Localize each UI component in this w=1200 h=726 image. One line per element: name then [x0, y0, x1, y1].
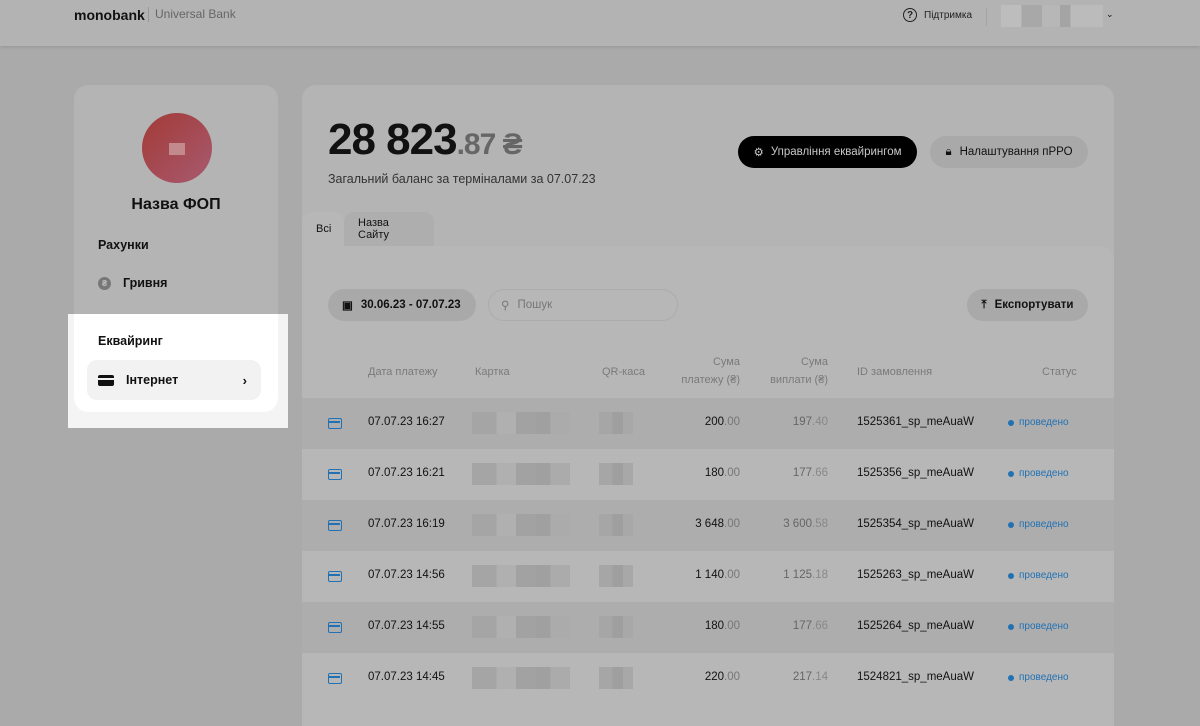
spotlight-acquiring: Еквайринг Інтернет ›	[68, 314, 288, 428]
order-id: 1525263_sp_meAuaW	[857, 569, 974, 581]
user-menu[interactable]	[1001, 5, 1103, 27]
status-dot-icon	[1008, 623, 1014, 630]
status-dot-icon	[1008, 572, 1014, 579]
status-badge: проведено	[1008, 621, 1069, 632]
hryvnia-icon: ₴	[98, 276, 111, 290]
card-number-blurred	[472, 565, 570, 587]
payment-date: 07.07.23 14:56	[368, 569, 445, 581]
gear-icon: ⚙	[753, 147, 764, 159]
support-label: Підтримка	[924, 9, 973, 21]
col-pay: Сума платежу (₴)	[681, 356, 740, 386]
col-status: Статус	[1042, 366, 1077, 378]
export-button[interactable]: ⤒ Експортувати	[967, 289, 1088, 321]
payout-amount: 3 600.58	[783, 518, 828, 530]
table-row[interactable]: 07.07.23 16:19 3 648.00 3 600.58 1525354…	[302, 500, 1114, 551]
table-row[interactable]: 07.07.23 14:45 220.00 217.14 1524821_sp_…	[302, 653, 1114, 704]
uah-label: Гривня	[123, 276, 168, 290]
col-date: Дата платежу	[368, 366, 438, 378]
status-badge: проведено	[1008, 672, 1069, 683]
card-number-blurred	[472, 514, 570, 536]
card-number-blurred	[472, 667, 570, 689]
table-row[interactable]: 07.07.23 14:56 1 140.00 1 125.18 1525263…	[302, 551, 1114, 602]
accounts-title: Рахунки	[98, 238, 149, 252]
order-id: 1525361_sp_meAuaW	[857, 416, 974, 428]
status-badge: проведено	[1008, 519, 1069, 530]
status-dot-icon	[1008, 521, 1014, 528]
col-out: Сума виплати (₴)	[770, 356, 828, 386]
payment-date: 07.07.23 16:27	[368, 416, 445, 428]
search-input[interactable]: ⚲ Пошук	[488, 289, 678, 321]
table-row[interactable]: 07.07.23 16:21 180.00 177.66 1525356_sp_…	[302, 449, 1114, 500]
company-name: Назва ФОП	[131, 196, 221, 213]
date-range-button[interactable]: ▣ 30.06.23 - 07.07.23	[328, 289, 476, 321]
acquiring-title: Еквайринг	[98, 334, 163, 348]
order-id: 1525356_sp_meAuaW	[857, 467, 974, 479]
card-number-blurred	[472, 616, 570, 638]
card-payment-icon	[328, 418, 342, 429]
calendar-icon: ▣	[342, 300, 353, 312]
card-payment-icon	[328, 673, 342, 684]
card-payment-icon	[328, 571, 342, 582]
col-qr: QR-каса	[602, 366, 645, 378]
tab-site[interactable]: Назва Сайту	[344, 212, 434, 246]
payment-date: 07.07.23 14:55	[368, 620, 445, 632]
logo-subtitle: Universal Bank	[148, 7, 236, 22]
payout-amount: 1 125.18	[783, 569, 828, 581]
lock-icon: 🔒︎	[945, 145, 952, 158]
card-payment-icon	[328, 469, 342, 480]
order-id: 1524821_sp_meAuaW	[857, 671, 974, 683]
order-id: 1525264_sp_meAuaW	[857, 620, 974, 632]
payout-amount: 217.14	[792, 671, 828, 683]
table-row[interactable]: 07.07.23 16:27 200.00 197.40 1525361_sp_…	[302, 398, 1114, 449]
balance: 28 823.87 ₴	[328, 115, 523, 164]
card-number-blurred	[472, 412, 570, 434]
sidebar-item-internet[interactable]: Інтернет ›	[87, 360, 261, 400]
order-id: 1525354_sp_meAuaW	[857, 518, 974, 530]
export-icon: ⤒	[981, 298, 987, 311]
avatar	[142, 113, 212, 183]
status-dot-icon	[1008, 419, 1014, 426]
payout-amount: 177.66	[792, 620, 828, 632]
logo[interactable]: monobank	[74, 7, 145, 23]
tab-all[interactable]: Всі	[302, 212, 344, 246]
divider	[986, 8, 987, 26]
status-badge: проведено	[1008, 570, 1069, 581]
help-icon: ?	[903, 8, 917, 22]
chevron-right-icon: ›	[242, 372, 247, 388]
payout-amount: 177.66	[792, 467, 828, 479]
payment-date: 07.07.23 16:19	[368, 518, 445, 530]
search-icon: ⚲	[501, 300, 510, 312]
payment-date: 07.07.23 16:21	[368, 467, 445, 479]
transactions-panel: ▣ 30.06.23 - 07.07.23 ⚲ Пошук ⤒ Експортуват…	[302, 246, 1114, 726]
credit-card-icon	[98, 374, 114, 386]
sidebar-item-uah[interactable]: ₴ Гривня	[98, 276, 167, 290]
internet-label: Інтернет	[126, 373, 179, 387]
payment-date: 07.07.23 14:45	[368, 671, 445, 683]
status-dot-icon	[1008, 470, 1014, 477]
card-number-blurred	[472, 463, 570, 485]
top-header: monobank Universal Bank ? Підтримка ⌄	[0, 0, 1200, 46]
card-payment-icon	[328, 520, 342, 531]
main-card: 28 823.87 ₴ Загальний баланс за термінал…	[302, 85, 1114, 726]
status-dot-icon	[1008, 674, 1014, 681]
prro-settings-button[interactable]: 🔒︎ Налаштування пРРО	[930, 136, 1088, 168]
card-payment-icon	[328, 622, 342, 633]
col-order: ID замовлення	[857, 366, 933, 378]
balance-subtitle: Загальний баланс за терміналами за 07.07…	[328, 172, 596, 186]
table-row[interactable]: 07.07.23 14:55 180.00 177.66 1525264_sp_…	[302, 602, 1114, 653]
status-badge: проведено	[1008, 468, 1069, 479]
support-link[interactable]: ? Підтримка	[903, 8, 972, 22]
status-badge: проведено	[1008, 417, 1069, 428]
col-card: Картка	[475, 366, 510, 378]
chevron-down-icon[interactable]: ⌄	[1106, 9, 1114, 20]
manage-acquiring-button[interactable]: ⚙ Управління еквайрингом	[738, 136, 917, 168]
payout-amount: 197.40	[792, 416, 828, 428]
